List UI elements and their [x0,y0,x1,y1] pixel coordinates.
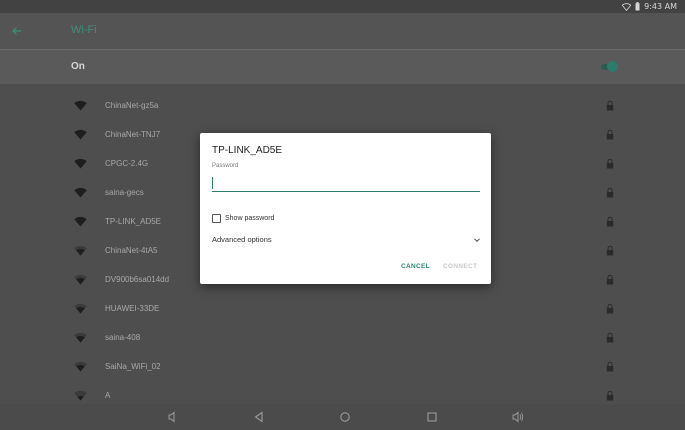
network-name: ChinaNet-gz5a [105,101,159,110]
wifi-password-dialog: TP-LINK_AD5E Password Show password Adva… [200,133,491,284]
wifi-signal-icon [74,361,87,372]
dialog-title: TP-LINK_AD5E [212,145,283,156]
lock-icon [606,187,614,198]
network-name: ChinaNet-TNJ7 [105,130,161,139]
password-label: Password [212,163,239,169]
back-arrow-icon[interactable] [9,23,25,39]
home-circle-icon[interactable] [337,409,353,425]
advanced-options-label: Advanced options [212,235,272,244]
network-name: saina-408 [105,333,141,342]
wifi-toggle-row[interactable]: On [0,49,685,84]
lock-icon [606,100,614,111]
network-name: SaiNa_WiFi_02 [105,362,161,371]
volume-up-icon[interactable] [510,409,526,425]
network-name: ChinaNet-4tA5 [105,246,158,255]
network-name: CPGC-2.4G [105,159,149,168]
network-name: DV900b6sa014dd [105,275,170,284]
app-bar: Wi-Fi [0,13,685,49]
recents-square-icon[interactable] [424,409,440,425]
network-row[interactable]: HUAWEI-33DE [0,295,685,324]
lock-icon [606,158,614,169]
show-password-toggle[interactable]: Show password [212,214,274,223]
text-cursor [212,177,213,189]
lock-icon [606,245,614,256]
lock-icon [606,361,614,372]
network-name: A [105,391,111,400]
toggle-thumb [607,61,618,72]
cancel-button[interactable]: CANCEL [401,263,430,270]
lock-icon [606,216,614,227]
lock-icon [606,274,614,285]
network-row[interactable]: SaiNa_WiFi_02 [0,353,685,382]
lock-icon [606,390,614,401]
wifi-toggle-switch[interactable] [600,61,618,72]
status-bar: 9:43 AM [0,0,685,13]
wifi-toggle-label: On [71,61,85,72]
lock-icon [606,332,614,343]
network-name: TP-LINK_AD5E [105,217,162,226]
wifi-signal-icon [74,158,87,169]
wifi-signal-icon [74,390,87,401]
wifi-signal-icon [74,187,87,198]
show-password-label: Show password [225,215,275,222]
connect-button[interactable]: CONNECT [443,263,477,270]
advanced-options-dropdown[interactable]: Advanced options [212,234,481,246]
status-icons: 9:43 AM [622,1,677,12]
network-row[interactable]: ChinaNet-gz5a [0,92,685,121]
wifi-signal-icon [74,274,87,285]
volume-down-icon[interactable] [165,409,181,425]
wifi-signal-icon [74,216,87,227]
network-name: HUAWEI-33DE [105,304,160,313]
status-time: 9:43 AM [644,2,677,11]
lock-icon [606,129,614,140]
wifi-signal-icon [74,100,87,111]
navigation-bar [0,404,685,430]
wifi-status-icon [622,2,632,11]
back-triangle-icon[interactable] [251,409,267,425]
battery-icon [635,2,640,11]
show-password-checkbox[interactable] [212,214,221,223]
network-row[interactable]: saina-408 [0,324,685,353]
network-name: saina-gecs [105,188,144,197]
wifi-signal-icon [74,129,87,140]
wifi-signal-icon [74,332,87,343]
chevron-down-icon [474,238,480,243]
wifi-signal-icon [74,303,87,314]
lock-icon [606,303,614,314]
page-title: Wi-Fi [71,24,97,36]
wifi-signal-icon [74,245,87,256]
password-input[interactable] [212,174,480,192]
